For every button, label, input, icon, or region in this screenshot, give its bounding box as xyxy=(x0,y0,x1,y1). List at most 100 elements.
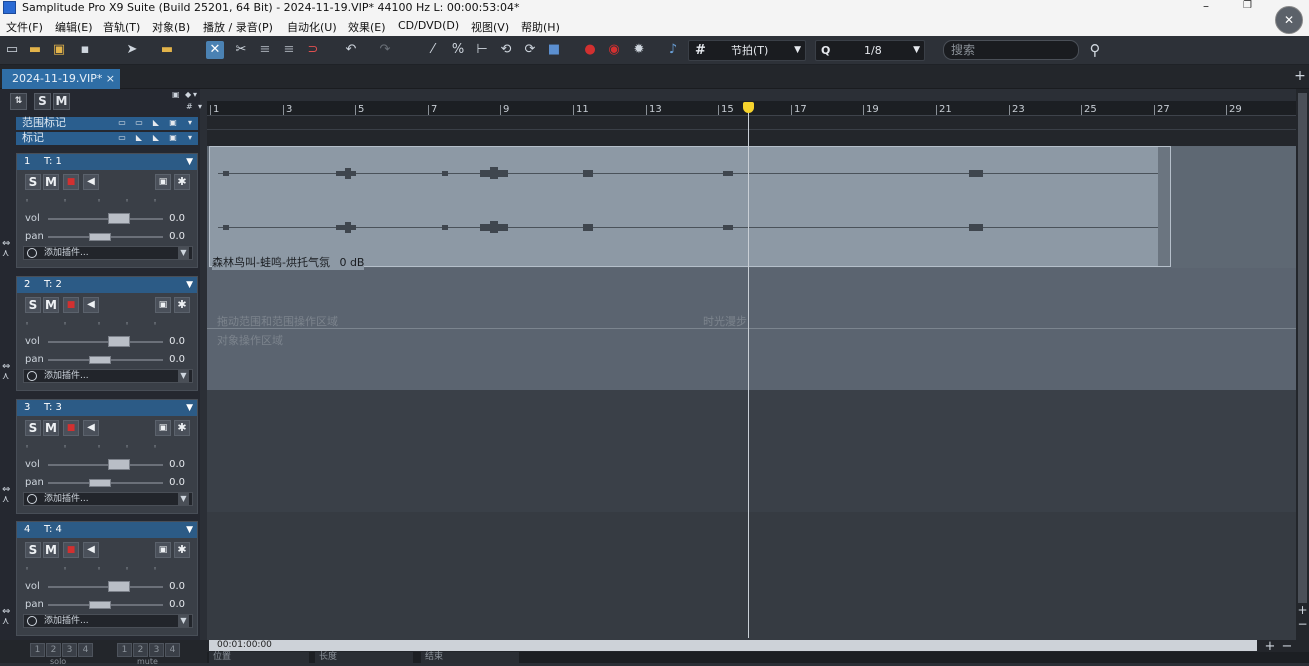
monitor-speaker-icon[interactable]: ◀ xyxy=(83,174,99,190)
vertical-scrollbar[interactable]: + − xyxy=(1296,89,1309,640)
lock-icon[interactable]: ▣ xyxy=(155,420,171,436)
menu-play-record[interactable]: 播放 / 录音(P) xyxy=(203,19,273,35)
marker-row[interactable]: 标记 ▭ ◣ ◣ ▣ ▾ xyxy=(16,132,198,145)
global-mute-button[interactable]: M xyxy=(53,93,70,110)
chevron-down-icon[interactable]: ▾ xyxy=(184,133,196,143)
new-file-icon[interactable]: ▭ xyxy=(3,41,21,59)
ruler-options[interactable]: ▣ ◆ ▾ # ▾ xyxy=(170,89,207,116)
star-fx-icon[interactable]: ✱ xyxy=(174,174,190,190)
track-mute-button[interactable]: M xyxy=(43,297,59,313)
record-punch-icon[interactable]: ◉ xyxy=(605,41,623,59)
marker-flag-icon[interactable]: ◣ xyxy=(150,133,162,143)
mute-bank-button[interactable]: 4 xyxy=(165,643,180,657)
track-name[interactable]: T: 3 xyxy=(44,400,62,416)
track-solo-button[interactable]: S xyxy=(25,420,41,436)
zoom-in-vertical-icon[interactable]: + xyxy=(1296,603,1309,617)
solo-bank-button[interactable]: 3 xyxy=(62,643,77,657)
range-marker-row[interactable]: 范围标记 ▭ ▭ ◣ ▣ ▾ xyxy=(16,117,198,130)
volume-slider[interactable] xyxy=(108,581,130,592)
monitor-speaker-icon[interactable]: ◀ xyxy=(83,420,99,436)
monitor-speaker-icon[interactable]: ◀ xyxy=(83,542,99,558)
chevron-down-icon[interactable]: ▾ xyxy=(193,90,197,99)
open-folder-icon[interactable]: ▬ xyxy=(26,41,44,59)
playhead-line[interactable] xyxy=(748,103,749,638)
track-mute-button[interactable]: M xyxy=(43,542,59,558)
track-solo-button[interactable]: S xyxy=(25,174,41,190)
star-fx-icon[interactable]: ✱ xyxy=(174,297,190,313)
track-side-tools[interactable]: ⇔ ⋏ xyxy=(2,485,14,505)
metronome-icon[interactable]: ♪ xyxy=(664,41,682,59)
undo-icon[interactable]: ↶ xyxy=(342,41,360,59)
menu-help[interactable]: 帮助(H) xyxy=(521,19,560,35)
track-lane-3[interactable] xyxy=(207,390,1296,512)
minimize-button[interactable]: – xyxy=(1203,0,1209,13)
pan-slider[interactable] xyxy=(89,233,111,241)
snap-magnet-icon[interactable]: ⊃ xyxy=(304,41,322,59)
marker-list-icon[interactable]: ▭ xyxy=(133,118,145,128)
menu-effects[interactable]: 效果(E) xyxy=(348,19,386,35)
trim-icon[interactable]: ⊢ xyxy=(473,41,491,59)
track-name[interactable]: T: 1 xyxy=(44,154,62,170)
track-name[interactable]: T: 2 xyxy=(44,277,62,293)
clip-fade-handle[interactable] xyxy=(1158,147,1170,266)
settings-gear-icon[interactable]: ✹ xyxy=(630,41,648,59)
open-project-icon[interactable]: ▣ xyxy=(50,41,68,59)
add-plugin-select[interactable]: 添加插件... ▼ xyxy=(23,246,193,260)
chevron-down-icon[interactable]: ▾ xyxy=(198,102,202,111)
loop-icon[interactable]: ⟲ xyxy=(497,41,515,59)
track-header-4[interactable]: 4 T: 4 ▼ S M ■ ◀ ▣ ✱ ◦ ◦ ◦ ◦ ◦ vol 0.0 p… xyxy=(16,521,198,636)
star-fx-icon[interactable]: ✱ xyxy=(174,542,190,558)
solo-bank-button[interactable]: 1 xyxy=(30,643,45,657)
grid-small-icon[interactable]: # xyxy=(186,102,193,111)
save-icon[interactable]: ▪ xyxy=(76,41,94,59)
chevron-down-icon[interactable]: ▼ xyxy=(186,277,193,293)
pointer-tool-icon[interactable]: ➤ xyxy=(123,41,141,59)
automation-icon[interactable]: ⋏ xyxy=(2,494,9,505)
track-title-bar[interactable]: 1 T: 1 ▼ xyxy=(17,154,197,170)
quantize-select[interactable]: Q 1/8 ▼ xyxy=(815,40,925,61)
tab-project[interactable]: 2024-11-19.VIP* × xyxy=(2,69,120,89)
split-icon[interactable]: ⁄ xyxy=(424,41,442,59)
chevron-down-icon[interactable]: ▼ xyxy=(186,400,193,416)
draw-tool-icon[interactable]: ▬ xyxy=(158,41,176,59)
grid-mode-select[interactable]: # 节拍(T) ▼ xyxy=(688,40,806,61)
marker-list-icon[interactable]: ◣ xyxy=(133,133,145,143)
stop-icon[interactable]: ■ xyxy=(545,41,563,59)
align-icon[interactable]: ≡ xyxy=(256,41,274,59)
track-header-1[interactable]: 1 T: 1 ▼ S M ■ ◀ ▣ ✱ ◦ ◦ ◦ ◦ ◦ vol 0.0 p… xyxy=(16,153,198,268)
chevron-down-icon[interactable]: ▼ xyxy=(186,154,193,170)
mute-bank-button[interactable]: 2 xyxy=(133,643,148,657)
star-fx-icon[interactable]: ✱ xyxy=(174,420,190,436)
marker-lane[interactable] xyxy=(207,116,1296,146)
mute-bank-button[interactable]: 3 xyxy=(149,643,164,657)
track-lane-4[interactable] xyxy=(207,512,1296,640)
track-header-3[interactable]: 3 T: 3 ▼ S M ■ ◀ ▣ ✱ ◦ ◦ ◦ ◦ ◦ vol 0.0 p… xyxy=(16,399,198,514)
close-icon[interactable]: ✕ xyxy=(1275,6,1303,34)
repeat-icon[interactable]: ⟳ xyxy=(521,41,539,59)
restore-button[interactable]: ❐ xyxy=(1243,0,1252,11)
automation-icon[interactable]: ⋏ xyxy=(2,616,9,627)
volume-slider[interactable] xyxy=(108,213,130,224)
marker-add-icon[interactable]: ▭ xyxy=(116,133,128,143)
marker-lock-icon[interactable]: ▣ xyxy=(167,133,179,143)
track-name[interactable]: T: 4 xyxy=(44,522,62,538)
solo-bank-button[interactable]: 4 xyxy=(78,643,93,657)
audio-clip[interactable]: 森林鸟叫-蛙鸣-烘托气氛 0 dB xyxy=(209,146,1171,270)
record-arm-icon[interactable]: ■ xyxy=(63,297,79,313)
shield-icon[interactable]: ◆ xyxy=(185,90,191,99)
track-side-tools[interactable]: ⇔ ⋏ xyxy=(2,362,14,382)
menu-file[interactable]: 文件(F) xyxy=(6,19,43,35)
pan-slider[interactable] xyxy=(89,601,111,609)
track-title-bar[interactable]: 3 T: 3 ▼ xyxy=(17,400,197,416)
track-solo-button[interactable]: S xyxy=(25,297,41,313)
zoom-out-vertical-icon[interactable]: − xyxy=(1296,617,1309,631)
pan-slider[interactable] xyxy=(89,479,111,487)
automation-icon[interactable]: ⋏ xyxy=(2,371,9,382)
menu-track[interactable]: 音轨(T) xyxy=(103,19,140,35)
track-side-tools[interactable]: ⇔ ⋏ xyxy=(2,607,14,627)
search-icon[interactable]: ⚲ xyxy=(1086,41,1104,59)
menu-cd-dvd[interactable]: CD/DVD(D) xyxy=(398,19,459,32)
pan-slider[interactable] xyxy=(89,356,111,364)
lock-icon[interactable]: ▣ xyxy=(155,297,171,313)
menu-object[interactable]: 对象(B) xyxy=(152,19,190,35)
